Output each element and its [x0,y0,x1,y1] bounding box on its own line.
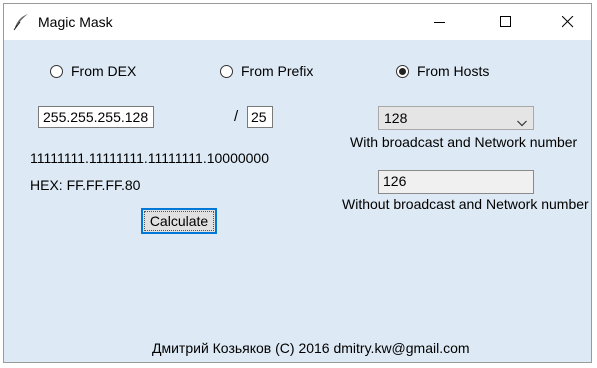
without-broadcast-label: Without broadcast and Network number [342,196,589,212]
maximize-icon [500,16,511,27]
app-window: Magic Mask From DEX From Prefix From Hos… [3,3,592,363]
calculate-button[interactable]: Calculate [141,208,217,234]
radio-from-prefix[interactable]: From Prefix [220,62,313,80]
hosts-select-value: 128 [384,110,408,126]
radio-circle-checked[interactable] [396,64,409,78]
binary-mask-text: 11111111.11111111.11111111.10000000 [30,150,270,166]
radio-label: From Hosts [417,63,490,79]
title-bar[interactable]: Magic Mask [4,4,591,40]
hosts-select[interactable]: 128 [378,106,534,130]
hosts-without-input[interactable]: 126 [378,170,534,194]
main-panel: From DEX From Prefix From Hosts 255.255.… [4,40,591,362]
quill-pen-icon [11,12,31,32]
radio-circle[interactable] [220,64,233,78]
slash-separator: / [234,108,239,125]
prefix-input[interactable]: 25 [247,106,273,128]
minimize-icon [434,22,445,23]
radio-label: From Prefix [241,63,314,79]
close-icon [562,16,574,28]
radio-from-dex[interactable]: From DEX [50,62,136,80]
chevron-down-icon [517,114,527,130]
hex-mask-text: HEX: FF.FF.FF.80 [30,177,141,193]
footer-credits: Дмитрий Козьяков (C) 2016 dmitry.kw@gmai… [152,340,470,356]
minimize-button[interactable] [418,4,462,40]
with-broadcast-label: With broadcast and Network number [350,134,578,150]
radio-circle[interactable] [50,64,63,78]
close-button[interactable] [546,4,590,40]
ip-mask-input[interactable]: 255.255.255.128 [38,106,154,128]
radio-label: From DEX [71,63,137,79]
radio-from-hosts[interactable]: From Hosts [396,62,489,80]
window-title: Magic Mask [38,14,113,30]
maximize-button[interactable] [484,4,528,40]
